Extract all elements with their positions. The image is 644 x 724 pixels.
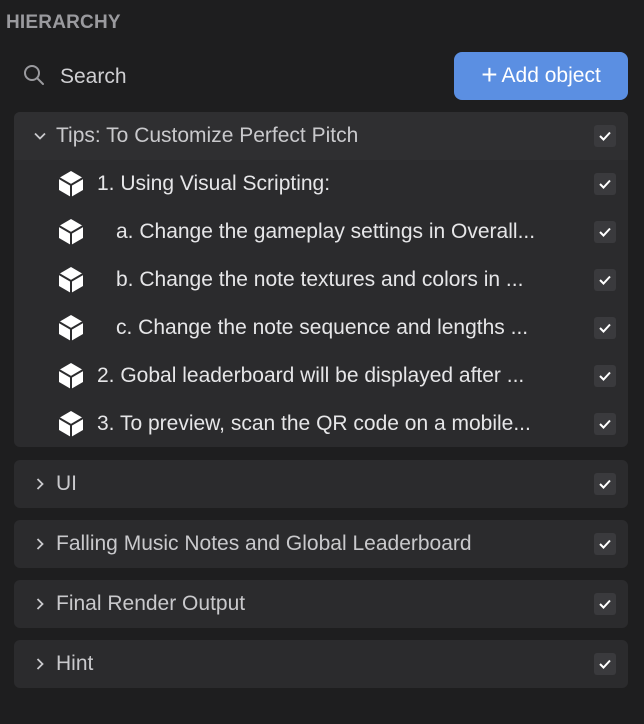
scene-object-icon [56, 169, 86, 199]
search-icon [22, 63, 46, 92]
group-tips: Tips: To Customize Perfect Pitch 1. Usin… [14, 112, 628, 447]
list-item-label: b. Change the note textures and colors i… [116, 268, 524, 291]
plus-icon: + [481, 59, 498, 90]
chevron-right-icon[interactable] [28, 472, 52, 496]
group-final-render-output: Final Render Output [14, 580, 628, 628]
chevron-right-icon[interactable] [28, 652, 52, 676]
visibility-checkbox[interactable] [594, 125, 616, 147]
visibility-checkbox[interactable] [594, 533, 616, 555]
scene-object-icon [56, 409, 86, 439]
list-item[interactable]: c. Change the note sequence and lengths … [14, 304, 628, 352]
scene-object-icon [56, 265, 86, 295]
scene-object-icon [56, 313, 86, 343]
list-item-label: 2. Gobal leaderboard will be displayed a… [97, 364, 525, 387]
visibility-checkbox[interactable] [594, 173, 616, 195]
search-bar[interactable] [22, 60, 322, 94]
chevron-down-icon[interactable] [28, 124, 52, 148]
group-ui: UI [14, 460, 628, 508]
visibility-checkbox[interactable] [594, 413, 616, 435]
list-item[interactable]: 3. To preview, scan the QR code on a mob… [14, 400, 628, 448]
group-header-tips[interactable]: Tips: To Customize Perfect Pitch [14, 112, 628, 160]
scene-object-icon [56, 361, 86, 391]
group-label: UI [56, 472, 77, 495]
visibility-checkbox[interactable] [594, 317, 616, 339]
visibility-checkbox[interactable] [594, 269, 616, 291]
list-item[interactable]: 2. Gobal leaderboard will be displayed a… [14, 352, 628, 400]
add-object-label: Add object [501, 64, 601, 87]
group-label: Final Render Output [56, 592, 246, 615]
group-header-final-render-output[interactable]: Final Render Output [14, 580, 628, 628]
visibility-checkbox[interactable] [594, 653, 616, 675]
hierarchy-panel: HIERARCHY + Add object Tips: To Customiz… [0, 0, 644, 724]
list-item[interactable]: b. Change the note textures and colors i… [14, 256, 628, 304]
scene-object-icon [56, 217, 86, 247]
group-label: Tips: To Customize Perfect Pitch [56, 124, 359, 147]
group-header-falling-music-notes[interactable]: Falling Music Notes and Global Leaderboa… [14, 520, 628, 568]
chevron-right-icon[interactable] [28, 592, 52, 616]
list-item-label: c. Change the note sequence and lengths … [116, 316, 529, 339]
chevron-right-icon[interactable] [28, 532, 52, 556]
list-item-label: 3. To preview, scan the QR code on a mob… [97, 412, 531, 435]
list-item-label: 1. Using Visual Scripting: [97, 172, 331, 195]
list-item-label: a. Change the gameplay settings in Overa… [116, 220, 536, 243]
group-header-hint[interactable]: Hint [14, 640, 628, 688]
list-item[interactable]: a. Change the gameplay settings in Overa… [14, 208, 628, 256]
visibility-checkbox[interactable] [594, 473, 616, 495]
visibility-checkbox[interactable] [594, 593, 616, 615]
list-item[interactable]: 1. Using Visual Scripting: [14, 160, 628, 208]
visibility-checkbox[interactable] [594, 221, 616, 243]
group-header-ui[interactable]: UI [14, 460, 628, 508]
group-falling-music-notes: Falling Music Notes and Global Leaderboa… [14, 520, 628, 568]
panel-title: HIERARCHY [6, 12, 121, 33]
group-hint: Hint [14, 640, 628, 688]
visibility-checkbox[interactable] [594, 365, 616, 387]
group-label: Hint [56, 652, 94, 675]
add-object-button[interactable]: + Add object [454, 52, 628, 100]
group-label: Falling Music Notes and Global Leaderboa… [56, 532, 472, 555]
search-input[interactable] [60, 65, 300, 89]
